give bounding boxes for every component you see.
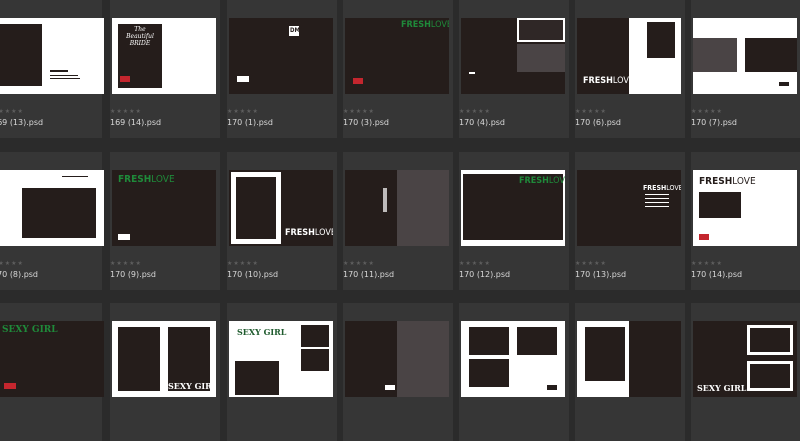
thumbnail-preview xyxy=(693,18,797,94)
file-name[interactable]: 170 (14).psd xyxy=(691,270,742,279)
rating-stars[interactable]: ★★★★★ xyxy=(575,260,607,267)
thumbnail-preview xyxy=(0,170,104,246)
file-name[interactable]: 170 (4).psd xyxy=(459,118,505,127)
fresh-love-logo: FRESHLOVE xyxy=(401,20,449,30)
file-thumbnail[interactable]: SEXY GIRL xyxy=(227,303,337,441)
fresh-love-logo: FRESHLOVE xyxy=(118,174,175,185)
thumbnail-grid: ★★★★★ 169 (13).psd The Beautiful BRIDE ★… xyxy=(0,0,800,441)
thumbnail-preview: SEXY GIRL xyxy=(0,321,104,397)
file-name[interactable]: 170 (11).psd xyxy=(343,270,394,279)
rating-stars[interactable]: ★★★★★ xyxy=(110,108,142,115)
file-thumbnail[interactable]: The Beautiful BRIDE ★★★★★ 169 (14).psd xyxy=(110,0,220,138)
thumbnail-preview: FRESHLOVE xyxy=(229,170,333,246)
file-thumbnail[interactable]: ★★★★★ 170 (8).psd xyxy=(0,152,104,290)
file-thumbnail[interactable]: SEXY GIRL xyxy=(110,303,220,441)
rating-stars[interactable]: ★★★★★ xyxy=(110,260,142,267)
thumbnail-preview xyxy=(461,18,565,94)
file-thumbnail[interactable]: FRESHLOVE ★★★★★ 170 (12).psd xyxy=(459,152,569,290)
fresh-text: FRESH xyxy=(401,20,431,30)
cover-title: SEXY GIRL xyxy=(168,381,216,391)
rating-stars[interactable]: ★★★★★ xyxy=(691,108,723,115)
rating-stars[interactable]: ★★★★★ xyxy=(459,108,491,115)
file-name[interactable]: 169 (14).psd xyxy=(110,118,161,127)
thumbnail-preview: FRESHLOVE xyxy=(345,18,449,94)
file-thumbnail[interactable]: FRESHLOVE ★★★★★ 170 (14).psd xyxy=(691,152,800,290)
fresh-love-logo: FRESHLOVE xyxy=(285,228,333,238)
thumbnail-preview xyxy=(577,321,681,397)
fresh-text: FRESH xyxy=(643,184,667,192)
file-name[interactable]: 170 (13).psd xyxy=(575,270,626,279)
file-thumbnail[interactable]: ★★★★★ 170 (7).psd xyxy=(691,0,800,138)
rating-stars[interactable]: ★★★★★ xyxy=(0,260,24,267)
thumbnail-preview: FRESHLOVE xyxy=(112,170,216,246)
love-text: LOVE xyxy=(430,20,449,30)
cover-title: SEXY GIRL xyxy=(2,325,58,335)
fresh-text: FRESH xyxy=(583,76,613,86)
thumbnail-preview: DM xyxy=(229,18,333,94)
file-name[interactable]: 170 (9).psd xyxy=(110,270,156,279)
rating-stars[interactable]: ★★★★★ xyxy=(575,108,607,115)
file-thumbnail[interactable]: ★★★★★ 170 (4).psd xyxy=(459,0,569,138)
file-thumbnail[interactable]: SEXY GIRL xyxy=(691,303,800,441)
rating-stars[interactable]: ★★★★★ xyxy=(459,260,491,267)
fresh-text: FRESH xyxy=(285,228,315,238)
fresh-love-logo: FRESHLOVE xyxy=(699,176,756,187)
love-text: LOVE xyxy=(548,176,565,186)
rating-stars[interactable]: ★★★★★ xyxy=(227,108,259,115)
rating-stars[interactable]: ★★★★★ xyxy=(343,260,375,267)
love-text: LOVE xyxy=(612,76,634,86)
file-thumbnail[interactable]: FRESHLOVE ★★★★★ 170 (10).psd xyxy=(227,152,337,290)
thumbnail-preview: SEXY GIRL xyxy=(112,321,216,397)
thumbnail-preview xyxy=(345,321,449,397)
file-name[interactable]: 170 (3).psd xyxy=(343,118,389,127)
rating-stars[interactable]: ★★★★★ xyxy=(0,108,24,115)
thumbnail-preview xyxy=(461,321,565,397)
cover-title: SEXY GIRL xyxy=(237,327,287,337)
file-name[interactable]: 170 (1).psd xyxy=(227,118,273,127)
love-text: LOVE xyxy=(666,184,681,192)
file-name[interactable]: 169 (13).psd xyxy=(0,118,43,127)
file-thumbnail[interactable]: ★★★★★ 170 (11).psd xyxy=(343,152,453,290)
thumbnail-preview: SEXY GIRL xyxy=(693,321,797,397)
file-thumbnail[interactable] xyxy=(575,303,685,441)
love-text: LOVE xyxy=(151,174,175,185)
thumbnail-preview: FRESHLOVE xyxy=(577,18,681,94)
fresh-love-logo: FRESHLOVE xyxy=(519,176,565,186)
fresh-text: FRESH xyxy=(699,176,733,187)
fresh-love-logo: FRESHLOVE xyxy=(583,76,634,86)
file-name[interactable]: 170 (8).psd xyxy=(0,270,38,279)
file-thumbnail[interactable]: FRESHLOVE ★★★★★ 170 (3).psd xyxy=(343,0,453,138)
file-thumbnail[interactable]: DM ★★★★★ 170 (1).psd xyxy=(227,0,337,138)
thumbnail-preview: SEXY GIRL xyxy=(229,321,333,397)
dm-logo-text: DM xyxy=(290,27,300,34)
file-name[interactable]: 170 (7).psd xyxy=(691,118,737,127)
file-thumbnail[interactable]: SEXY GIRL xyxy=(0,303,104,441)
fresh-text: FRESH xyxy=(519,176,549,186)
fresh-text: FRESH xyxy=(118,174,152,185)
file-thumbnail[interactable] xyxy=(343,303,453,441)
thumbnail-preview xyxy=(0,18,104,94)
file-thumbnail[interactable]: FRESHLOVE ★★★★★ 170 (9).psd xyxy=(110,152,220,290)
love-text: LOVE xyxy=(314,228,333,238)
rating-stars[interactable]: ★★★★★ xyxy=(691,260,723,267)
file-name[interactable]: 170 (6).psd xyxy=(575,118,621,127)
thumbnail-preview: FRESHLOVE xyxy=(577,170,681,246)
file-thumbnail[interactable]: FRESHLOVE ★★★★★ 170 (6).psd xyxy=(575,0,685,138)
thumbnail-preview: The Beautiful BRIDE xyxy=(112,18,216,94)
file-thumbnail[interactable] xyxy=(459,303,569,441)
file-name[interactable]: 170 (12).psd xyxy=(459,270,510,279)
file-name[interactable]: 170 (10).psd xyxy=(227,270,278,279)
cover-title: SEXY GIRL xyxy=(697,383,747,393)
rating-stars[interactable]: ★★★★★ xyxy=(227,260,259,267)
thumbnail-preview: FRESHLOVE xyxy=(693,170,797,246)
fresh-love-logo: FRESHLOVE xyxy=(643,184,681,192)
file-thumbnail[interactable]: FRESHLOVE ★★★★★ 170 (13).psd xyxy=(575,152,685,290)
cover-title: The Beautiful BRIDE xyxy=(126,26,154,47)
love-text: LOVE xyxy=(732,176,756,187)
thumbnail-preview xyxy=(345,170,449,246)
thumbnail-preview: FRESHLOVE xyxy=(461,170,565,246)
file-thumbnail[interactable]: ★★★★★ 169 (13).psd xyxy=(0,0,104,138)
rating-stars[interactable]: ★★★★★ xyxy=(343,108,375,115)
